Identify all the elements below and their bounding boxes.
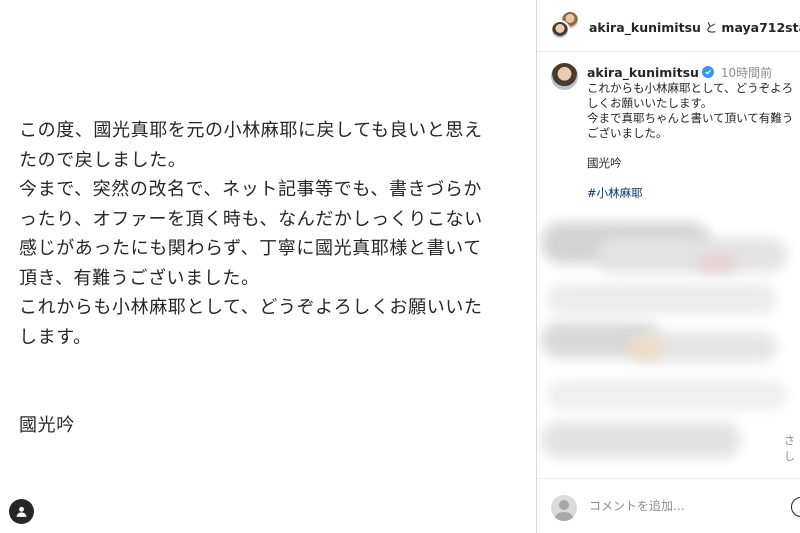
caption-line: 今まで真耶ちゃんと書いて頂いて有難う — [587, 111, 794, 125]
post-text-line: 頂き、有難うございました。 — [19, 267, 260, 289]
comment-bar — [537, 478, 800, 533]
caption-line: しくお願いいたします。 — [587, 96, 713, 110]
header-conjunction: と — [704, 20, 718, 35]
hashtag-link[interactable]: #小林麻耶 — [587, 186, 800, 201]
default-avatar-icon — [554, 500, 574, 521]
blurred-comments — [537, 212, 800, 470]
cut-off-comment-text: さし — [784, 434, 795, 463]
verified-badge-icon — [701, 66, 714, 78]
post-text: この度、國光真耶を元の小林麻耶に戻しても良いと思え たので戻しました。 今まで、… — [19, 116, 524, 352]
post-side-panel: akira_kunimitsuとmaya712star9 akira_kunim… — [536, 0, 800, 533]
avatar[interactable] — [550, 20, 570, 40]
collab-avatars[interactable] — [550, 10, 580, 42]
post-signature: 國光吟 — [19, 415, 75, 436]
blurred-comment — [627, 338, 663, 358]
header-username-link[interactable]: maya712star9 — [721, 20, 800, 35]
caption-line: これからも小林麻耶として、どうぞよろ — [587, 81, 794, 95]
post-text-line: します。 — [19, 326, 92, 348]
caption-text: これからも小林麻耶として、どうぞよろ しくお願いいたします。 今まで真耶ちゃんと… — [587, 81, 800, 201]
blurred-comment — [697, 254, 737, 272]
blurred-comment — [597, 238, 787, 272]
comment-input[interactable] — [589, 499, 769, 513]
post-text-line: ったり、オファーを頂く時も、なんだかしっくりこない — [19, 208, 483, 230]
caption-signature: 國光吟 — [587, 156, 622, 170]
post-text-line: 今まで、突然の改名で、ネット記事等でも、書きづらか — [19, 179, 483, 200]
header-usernames: akira_kunimitsuとmaya712star9 — [589, 17, 800, 36]
header-username-link[interactable]: akira_kunimitsu — [589, 20, 701, 35]
post-text-line: これからも小林麻耶として、どうぞよろしくお願いいた — [19, 297, 483, 318]
post-text-line: たので戻しました。 — [19, 149, 187, 171]
post-header: akira_kunimitsuとmaya712star9 — [537, 0, 800, 52]
post-text-line: 感じがあったにも関わらず、丁寧に國光真耶様と書いて — [19, 238, 482, 259]
post-text-line: この度、國光真耶を元の小林麻耶に戻しても良いと思え — [19, 120, 483, 141]
blurred-comment — [547, 284, 777, 314]
blurred-comment — [541, 422, 741, 458]
person-icon — [16, 506, 27, 517]
caption-header: akira_kunimitsu 10時間前 — [587, 64, 772, 81]
post-image[interactable]: この度、國光真耶を元の小林麻耶に戻しても良いと思え たので戻しました。 今まで、… — [0, 0, 536, 533]
caption-line: ございました。 — [587, 126, 668, 140]
caption-avatar[interactable] — [551, 63, 578, 90]
blurred-comment — [547, 380, 787, 410]
avatar — [551, 495, 577, 521]
caption-timestamp[interactable]: 10時間前 — [721, 66, 772, 80]
emoji-icon[interactable] — [791, 497, 800, 517]
caption-username[interactable]: akira_kunimitsu — [587, 65, 699, 80]
tagged-users-button[interactable] — [9, 499, 34, 524]
